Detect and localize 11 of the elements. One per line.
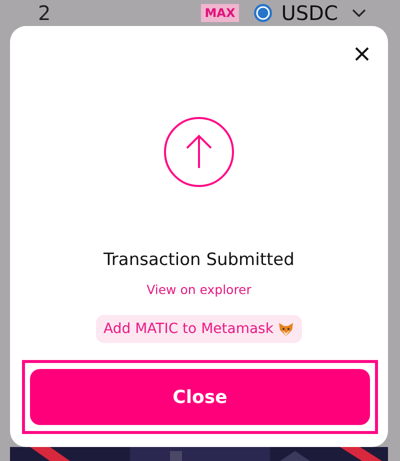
status-title: Transaction Submitted xyxy=(104,250,294,270)
close-button[interactable]: Close xyxy=(30,369,370,425)
explorer-link[interactable]: View on explorer xyxy=(146,282,252,297)
close-icon[interactable] xyxy=(354,46,370,62)
fox-icon xyxy=(278,321,294,337)
chevron-icon xyxy=(352,8,366,18)
token-selector[interactable]: USDC xyxy=(281,1,338,25)
max-button[interactable]: MAX xyxy=(200,4,240,22)
amount-text: 2 xyxy=(38,1,51,25)
coin-icon xyxy=(253,3,274,23)
add-token-button[interactable]: Add MATIC to Metamask xyxy=(96,315,302,343)
